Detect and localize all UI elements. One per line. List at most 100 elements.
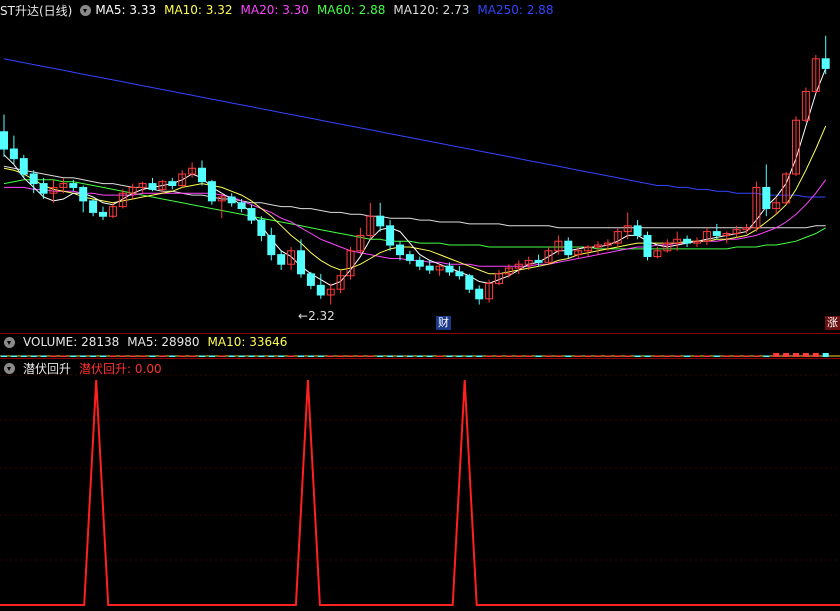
volume-bar — [793, 353, 799, 357]
volume-bar — [446, 355, 453, 357]
candle-body — [633, 225, 642, 236]
ma10-line — [3, 125, 827, 275]
volume-ma5-label: MA5: 28980 — [127, 335, 200, 349]
candlestick-chart[interactable] — [0, 0, 840, 611]
volume-bar — [129, 355, 136, 357]
volume-bar — [139, 355, 146, 357]
candle-body — [267, 234, 276, 256]
candle-body — [386, 225, 395, 246]
volume-bar — [347, 355, 354, 357]
candle-body — [89, 200, 98, 213]
volume-bar — [119, 355, 126, 357]
candle-body — [29, 173, 38, 185]
volume-bar — [30, 355, 37, 357]
volume-bar — [545, 355, 552, 357]
volume-bar — [733, 355, 740, 357]
volume-bar — [60, 355, 67, 357]
arrow-left-icon: ← — [298, 309, 309, 323]
volume-bar — [367, 355, 374, 357]
volume-bar — [634, 355, 641, 357]
candle-body — [455, 271, 464, 277]
finance-badge[interactable]: 财 — [436, 316, 451, 330]
volume-label: VOLUME: 28138 — [23, 335, 120, 349]
candle-body — [148, 183, 157, 190]
ma60-line — [3, 179, 826, 250]
volume-bar — [228, 355, 235, 357]
volume-bar — [595, 355, 601, 357]
volume-bar — [674, 355, 681, 357]
volume-bar — [387, 355, 394, 357]
volume-bar — [763, 355, 770, 357]
candle-body — [19, 158, 28, 175]
low-price-annotation: ←2.32 — [298, 309, 335, 323]
volume-bar — [812, 353, 819, 357]
volume-bar — [565, 355, 572, 357]
candle-body — [316, 284, 325, 296]
candle-body — [0, 131, 8, 150]
volume-bar — [456, 355, 463, 357]
volume-bar — [585, 355, 592, 357]
candle-body — [79, 186, 88, 202]
volume-bar — [159, 355, 166, 357]
volume-bar — [397, 355, 403, 357]
candle-body — [198, 167, 206, 183]
volume-bar — [604, 355, 611, 357]
volume-bar — [694, 355, 700, 357]
volume-bar — [327, 355, 334, 357]
volume-bar — [555, 355, 562, 357]
volume-bar — [783, 353, 790, 357]
candle-body — [396, 244, 404, 256]
candle-body — [297, 250, 305, 275]
volume-bar — [90, 355, 97, 357]
volume-bar — [684, 355, 691, 357]
volume-bar — [773, 353, 780, 357]
candle-body — [534, 259, 543, 263]
candle-body — [425, 265, 434, 271]
volume-bar — [486, 355, 493, 357]
candle-body — [207, 181, 216, 202]
candle-body — [277, 254, 286, 265]
volume-bar — [307, 355, 314, 357]
candle-body — [821, 58, 830, 69]
collapse-icon[interactable] — [4, 336, 15, 348]
volume-bar — [723, 355, 730, 357]
candle-body — [237, 202, 246, 210]
volume-bar — [713, 355, 720, 357]
candle-body — [376, 215, 385, 227]
volume-bar — [515, 355, 522, 357]
volume-bar — [70, 355, 77, 357]
volume-bar — [644, 355, 651, 357]
volume-bar — [50, 355, 57, 357]
volume-bar — [535, 355, 542, 357]
volume-bar — [575, 355, 582, 357]
candle-body — [762, 186, 771, 210]
volume-bar — [416, 355, 423, 357]
candle-body — [306, 273, 315, 286]
candle-body — [415, 259, 424, 267]
volume-bar — [278, 355, 285, 357]
volume-bar — [496, 355, 502, 357]
indicator-legend: 潜伏回升 潜伏回升: 0.00 — [0, 359, 170, 377]
volume-bar — [238, 355, 245, 357]
volume-bar — [406, 355, 413, 357]
volume-bar — [802, 353, 809, 357]
candle-body — [69, 183, 78, 188]
collapse-icon[interactable] — [4, 362, 15, 374]
candle-body — [465, 275, 474, 290]
volume-bar — [208, 355, 215, 357]
candle-body — [683, 238, 692, 244]
limit-up-badge[interactable]: 涨 — [825, 316, 840, 330]
volume-bar — [614, 355, 621, 357]
volume-bar — [476, 355, 483, 357]
candle-body — [445, 265, 454, 273]
ma5-line — [3, 68, 827, 286]
volume-legend: VOLUME: 28138 MA5: 28980 MA10: 33646 — [0, 333, 295, 351]
volume-bar — [248, 355, 255, 357]
volume-bar — [80, 355, 87, 357]
volume-bar — [426, 355, 433, 357]
volume-bar — [10, 355, 17, 357]
volume-bar — [703, 355, 710, 357]
candle-body — [564, 240, 573, 256]
volume-bar — [624, 355, 631, 357]
indicator-value: 潜伏回升: 0.00 — [79, 361, 162, 376]
